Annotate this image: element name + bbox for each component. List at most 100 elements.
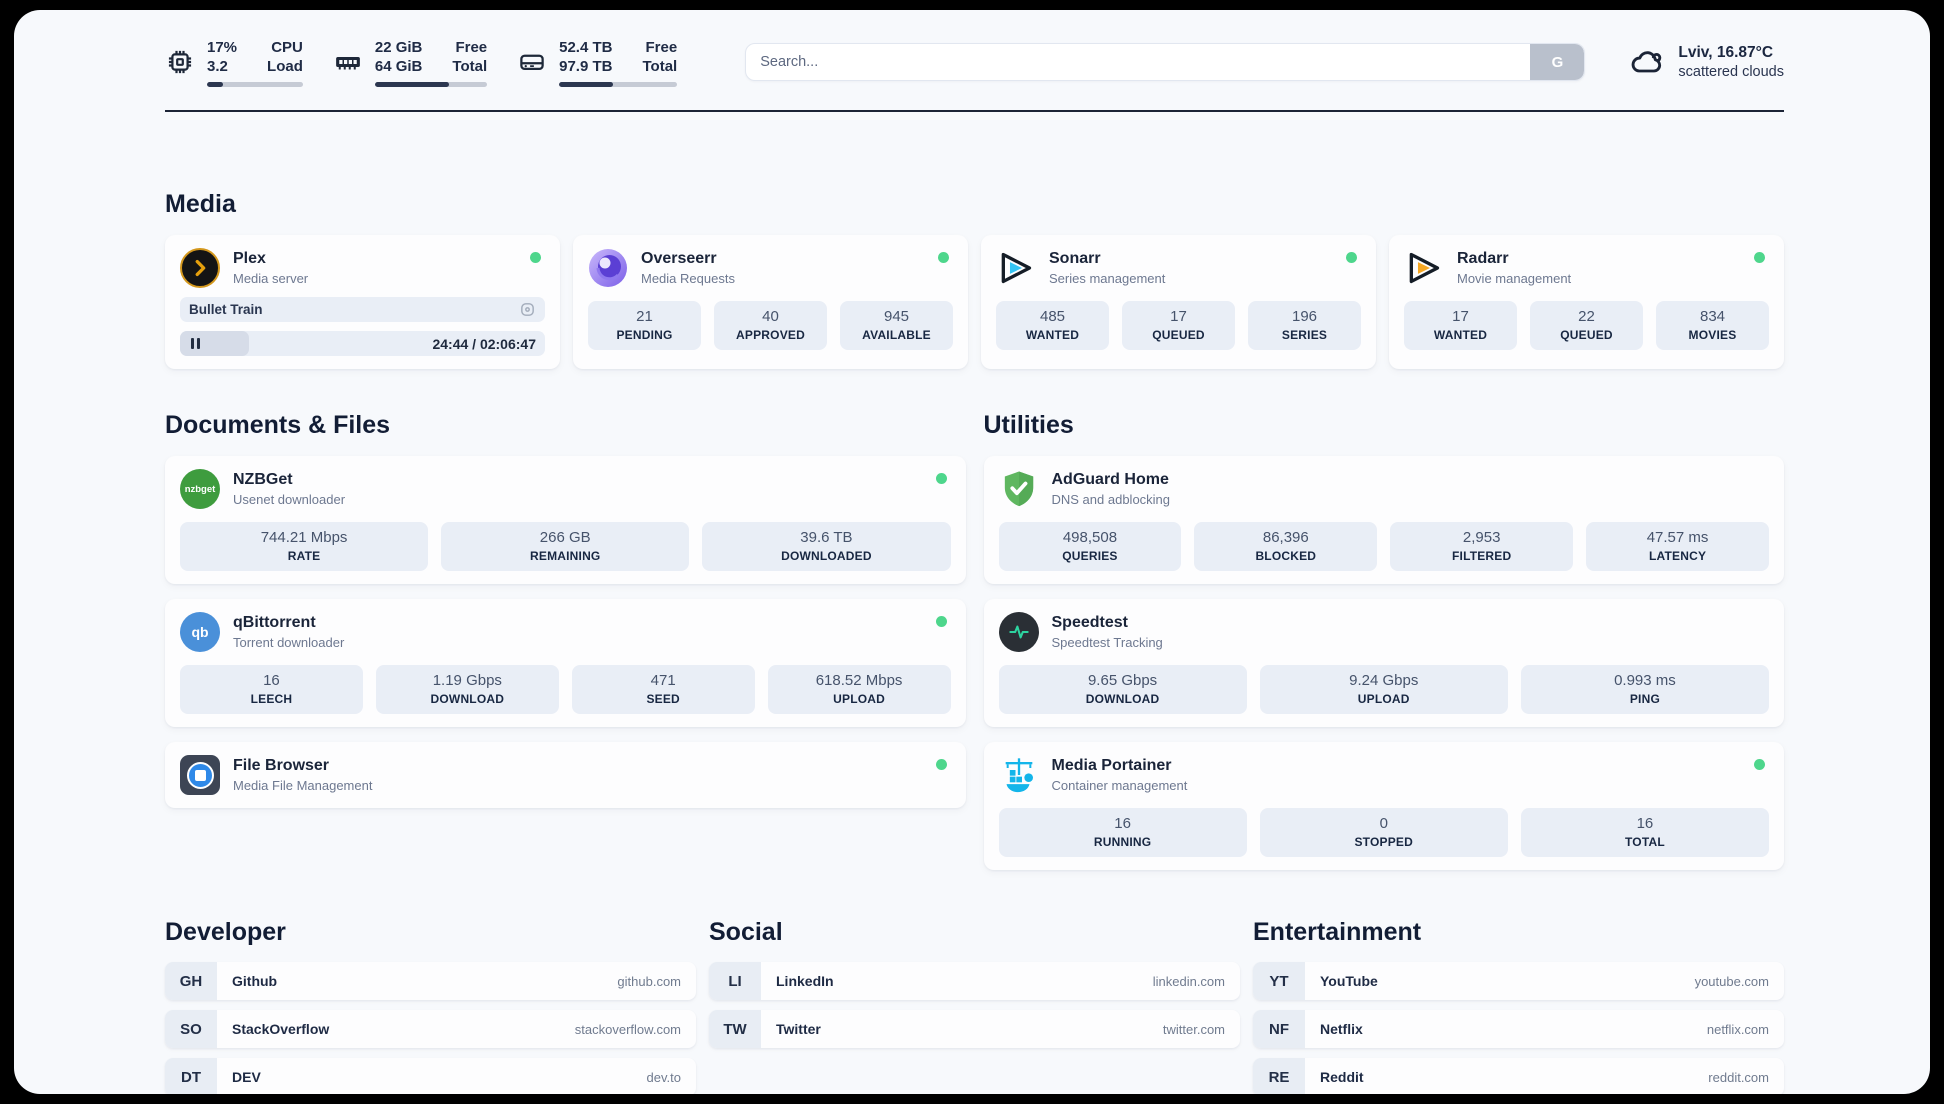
- bookmark-name: LinkedIn: [776, 973, 834, 989]
- service-card-qbittorrent[interactable]: qb qBittorrent Torrent downloader 16 LEE…: [165, 599, 966, 727]
- memory-progress-fill: [374, 81, 449, 87]
- nzbget-icon: nzbget: [180, 469, 220, 509]
- stat-download: 1.19 Gbps DOWNLOAD: [375, 665, 559, 714]
- service-title: Speedtest: [1051, 614, 1128, 631]
- service-subtitle: Series management: [1049, 271, 1166, 286]
- bookmark-group-title: Developer: [165, 918, 286, 946]
- pause-button[interactable]: [191, 338, 200, 349]
- now-playing-row: Bullet Train: [180, 297, 545, 322]
- bookmark-url: dev.to: [646, 1069, 681, 1085]
- bookmark-url: twitter.com: [1162, 1021, 1225, 1037]
- top-bar: 17% CPU 3.2 Load 22 GiB Free 64 GiB Tota…: [165, 34, 1784, 90]
- bookmark-linkedin[interactable]: LI LinkedIn linkedin.com: [709, 962, 1240, 1000]
- cloud-icon: [1629, 44, 1665, 80]
- bookmark-reddit[interactable]: RE Reddit reddit.com: [1253, 1058, 1784, 1094]
- bookmark-dev[interactable]: DT DEV dev.to: [165, 1058, 696, 1094]
- stat-queries: 498,508 QUERIES: [998, 522, 1182, 571]
- stat-pending: 21 PENDING: [588, 301, 701, 350]
- service-subtitle: Container management: [1051, 778, 1188, 793]
- memory-widget: 22 GiB Free 64 GiB Total: [333, 38, 488, 87]
- media-card-grid: Plex Media server Bullet Train 24:44 / 0…: [165, 235, 1784, 369]
- service-card-speedtest[interactable]: Speedtest Speedtest Tracking 9.65 Gbps D…: [983, 599, 1784, 727]
- service-card-adguard[interactable]: AdGuard Home DNS and adblocking 498,508 …: [983, 456, 1784, 584]
- disk-icon: [517, 47, 547, 77]
- now-playing-icon[interactable]: [519, 301, 536, 318]
- service-title: Plex: [233, 250, 266, 267]
- bookmark-url: stackoverflow.com: [574, 1021, 681, 1037]
- stat-approved: 40 APPROVED: [714, 301, 827, 350]
- bookmark-group-social: Social LI LinkedIn linkedin.com TW Twitt…: [709, 918, 1240, 1094]
- cpu-label: CPU: [271, 38, 303, 56]
- bookmark-netflix[interactable]: NF Netflix netflix.com: [1253, 1010, 1784, 1048]
- bookmark-youtube[interactable]: YT YouTube youtube.com: [1253, 962, 1784, 1000]
- speedtest-icon: [998, 612, 1039, 652]
- service-card-sonarr[interactable]: Sonarr Series management 485 WANTED 17 Q…: [981, 235, 1376, 369]
- service-subtitle: Media File Management: [233, 778, 373, 793]
- status-dot-online: [1346, 252, 1357, 263]
- cpu-progress-fill: [207, 81, 224, 87]
- service-card-plex[interactable]: Plex Media server Bullet Train 24:44 / 0…: [165, 235, 560, 369]
- weather-location: Lviv, 16.87°C: [1678, 44, 1774, 61]
- memory-total-value: 64 GiB: [374, 58, 423, 75]
- stat-wanted: 17 WANTED: [1404, 301, 1517, 350]
- stat-wanted: 485 WANTED: [996, 301, 1109, 350]
- service-subtitle: DNS and adblocking: [1051, 492, 1171, 507]
- bookmark-name: Github: [232, 973, 278, 989]
- bookmark-stackoverflow[interactable]: SO StackOverflow stackoverflow.com: [165, 1010, 696, 1048]
- player-row: 24:44 / 02:06:47: [180, 331, 545, 356]
- cpu-icon: [165, 47, 195, 77]
- stat-download: 9.65 Gbps DOWNLOAD: [998, 665, 1247, 714]
- bookmark-abbr: RE: [1253, 1058, 1305, 1094]
- search-bar: G: [745, 43, 1586, 81]
- stat-running: 16 RUNNING: [998, 808, 1247, 857]
- service-subtitle: Usenet downloader: [233, 492, 346, 507]
- service-title: Overseerr: [641, 250, 717, 267]
- bookmark-url: netflix.com: [1706, 1021, 1769, 1037]
- bookmark-url: github.com: [617, 973, 681, 989]
- bookmark-abbr: TW: [709, 1010, 761, 1048]
- search-input[interactable]: [746, 44, 1531, 80]
- search-provider-button[interactable]: G: [1530, 44, 1585, 80]
- overseerr-icon: [588, 248, 628, 288]
- bookmark-abbr: NF: [1253, 1010, 1305, 1048]
- section-documents: Documents & Files nzbget NZBGet Usenet d…: [165, 411, 966, 870]
- bookmark-abbr: GH: [165, 962, 217, 1000]
- bookmark-name: YouTube: [1320, 973, 1378, 989]
- stat-available: 945 AVAILABLE: [840, 301, 953, 350]
- stat-upload: 9.24 Gbps UPLOAD: [1259, 665, 1508, 714]
- stat-queued: 22 QUEUED: [1530, 301, 1643, 350]
- memory-free-value: 22 GiB: [374, 38, 423, 56]
- bookmark-name: Twitter: [776, 1021, 821, 1037]
- cpu-usage-value: 17%: [207, 38, 238, 56]
- section-title-media: Media: [165, 190, 236, 218]
- bookmark-group-entertainment: Entertainment YT YouTube youtube.com NF …: [1253, 918, 1784, 1094]
- section-title-documents: Documents & Files: [165, 411, 391, 439]
- disk-free-label: Free: [645, 38, 678, 56]
- bookmark-abbr: DT: [165, 1058, 217, 1094]
- adguard-icon: [999, 469, 1039, 509]
- bookmark-url: linkedin.com: [1152, 973, 1225, 989]
- plex-icon: [180, 248, 220, 288]
- section-utilities: Utilities AdGuard Home DNS and adblockin…: [983, 411, 1784, 870]
- portainer-icon: [999, 755, 1039, 795]
- stat-seed: 471 SEED: [571, 665, 755, 714]
- section-title-utilities: Utilities: [983, 411, 1074, 439]
- stat-latency: 47.57 ms LATENCY: [1586, 522, 1769, 571]
- bookmark-url: reddit.com: [1708, 1069, 1769, 1085]
- service-card-portainer[interactable]: Media Portainer Container management 16 …: [983, 742, 1784, 870]
- service-card-filebrowser[interactable]: File Browser Media File Management: [165, 742, 966, 808]
- disk-progress-fill: [559, 81, 614, 87]
- disk-total-label: Total: [642, 58, 678, 75]
- service-card-nzbget[interactable]: nzbget NZBGet Usenet downloader 744.21 M…: [165, 456, 966, 584]
- bookmark-github[interactable]: GH Github github.com: [165, 962, 696, 1000]
- bookmark-twitter[interactable]: TW Twitter twitter.com: [709, 1010, 1240, 1048]
- service-card-overseerr[interactable]: Overseerr Media Requests 21 PENDING 40 A…: [573, 235, 968, 369]
- status-dot-online: [1754, 252, 1765, 263]
- service-title: Media Portainer: [1051, 757, 1172, 774]
- bookmark-group-title: Social: [709, 918, 783, 946]
- header-divider: [165, 110, 1784, 112]
- status-dot-online: [938, 252, 949, 263]
- service-card-radarr[interactable]: Radarr Movie management 17 WANTED 22 QUE…: [1389, 235, 1784, 369]
- service-title: Sonarr: [1049, 250, 1101, 267]
- stat-upload: 618.52 Mbps UPLOAD: [767, 665, 951, 714]
